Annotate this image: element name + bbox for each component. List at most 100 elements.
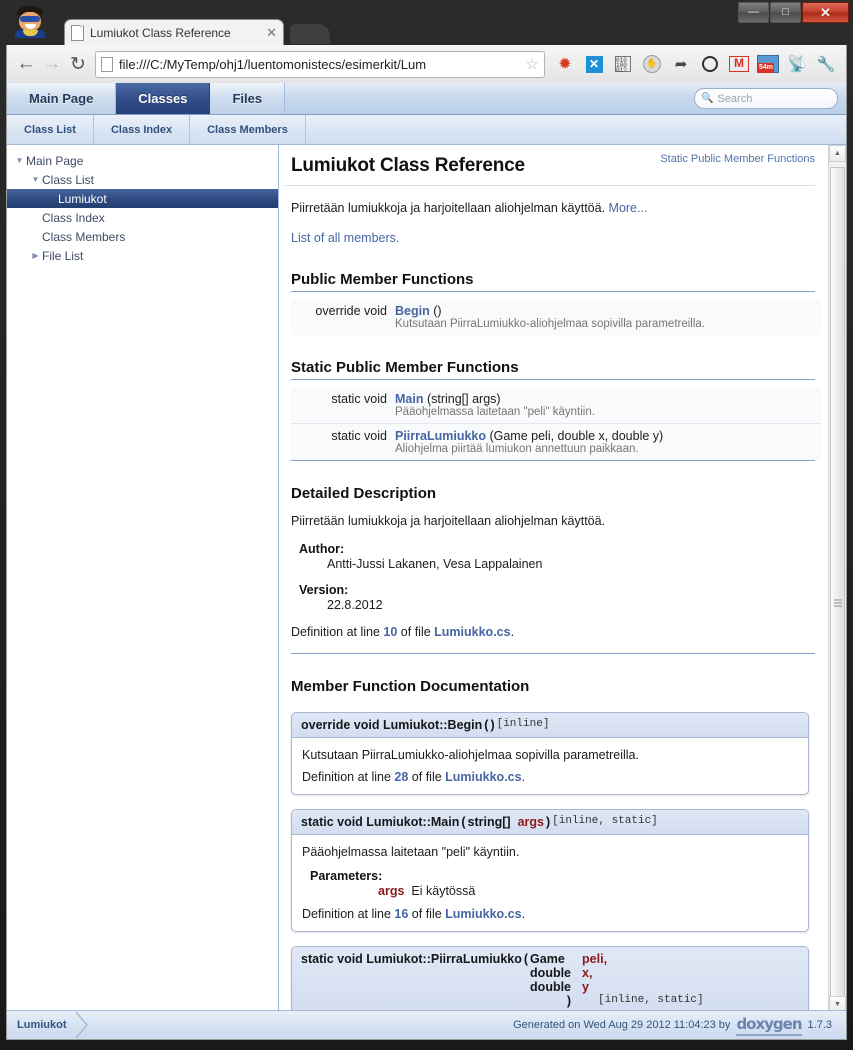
prototype-name: static void Lumiukot::PiirraLumiukko [301, 951, 522, 966]
member-documentation: Kutsutaan PiirraLumiukko-aliohjelmaa sop… [292, 738, 808, 794]
prototype-param-type: double [530, 979, 572, 994]
prototype-row: ) [inline, static] [300, 994, 707, 1008]
definition-file-link[interactable]: Lumiukko.cs [434, 625, 510, 639]
all-members-row: List of all members. [291, 230, 815, 247]
definition-suffix: . [521, 906, 526, 921]
more-link[interactable]: More... [609, 201, 648, 215]
minimize-button[interactable]: — [738, 2, 769, 23]
rss-extension-icon[interactable]: 📡 [783, 50, 811, 78]
member-description: Pääohjelmassa laitetaan "peli" käyntiin. [395, 405, 595, 418]
new-tab-button[interactable] [290, 24, 330, 44]
doxygen-version: 1.7.3 [807, 1019, 832, 1031]
breadcrumb-item-lumiukot[interactable]: Lumiukot [17, 1019, 67, 1031]
back-icon[interactable]: ← [13, 51, 39, 77]
sidebar-item-class-index[interactable]: ▸ Class Index [7, 208, 278, 227]
chevron-down-icon[interactable]: ▼ [29, 175, 42, 184]
doxygen-logo[interactable]: doxygen [736, 1015, 803, 1036]
maximize-button[interactable]: □ [770, 2, 801, 23]
search-input[interactable]: 🔍 Search [694, 88, 838, 109]
content-scrollbar[interactable]: ▲ ▼ [828, 145, 846, 1013]
search-icon: 🔍 [701, 93, 714, 104]
x-extension-icon[interactable]: ✕ [580, 50, 608, 78]
tab-main-page[interactable]: Main Page [7, 83, 117, 114]
address-bar[interactable]: file:///C:/MyTemp/ohj1/luentomonistecs/e… [95, 50, 545, 78]
close-window-button[interactable]: ✕ [802, 2, 849, 23]
member-name-link[interactable]: Main [395, 392, 423, 406]
member-name-link[interactable]: Begin [395, 304, 430, 318]
sidebar-item-lumiukot[interactable]: ▸ Lumiukot [7, 189, 278, 208]
sidebar-item-label: Lumiukot [58, 191, 107, 206]
member-prototype: static void Lumiukot::PiirraLumiukko ( G… [292, 946, 808, 1013]
tab-files[interactable]: Files [210, 83, 286, 114]
list-of-all-members-link[interactable]: List of all members. [291, 231, 399, 245]
scroll-up-arrow-icon[interactable]: ▲ [829, 145, 846, 162]
tree-spacer-icon: ▸ [29, 213, 42, 222]
calendar-extension-icon[interactable]: 54m [754, 50, 782, 78]
close-tab-icon[interactable]: ✕ [266, 25, 277, 41]
reload-icon[interactable]: ↻ [65, 51, 91, 77]
breadcrumb-chevron-icon [75, 1011, 89, 1039]
bug-extension-icon[interactable]: ✹ [551, 50, 579, 78]
tab-class-members[interactable]: Class Members [190, 115, 306, 144]
key-extension-icon[interactable]: ➦ [667, 50, 695, 78]
prototype-table: static void Lumiukot::PiirraLumiukko ( G… [300, 952, 707, 1008]
gmail-extension-icon[interactable]: M [725, 50, 753, 78]
author-value: Antti-Jussi Lakanen, Vesa Lappalainen [327, 556, 543, 571]
page-icon [71, 25, 84, 41]
member-return-type: override void [315, 303, 387, 318]
member-prototype: static void Lumiukot::Main ( string[] ar… [292, 809, 808, 835]
definition-line-link[interactable]: 28 [394, 770, 408, 784]
summary-link-static-public-member-functions[interactable]: Static Public Member Functions [660, 153, 815, 165]
browser-window: Lumiukot Class Reference ✕ — □ ✕ ← → ↻ f… [0, 0, 853, 1050]
definition-file-link[interactable]: Lumiukko.cs [445, 770, 521, 784]
member-definition-location: Definition at line 28 of file Lumiukko.c… [302, 770, 798, 784]
author-section: Author: Antti-Jussi Lakanen, Vesa Lappal… [299, 542, 815, 571]
sidebar-item-main-page[interactable]: ▼ Main Page [7, 151, 278, 170]
member-body-text: Pääohjelmassa laitetaan "peli" käyntiin. [302, 844, 520, 859]
prototype-labels: [inline, static] [552, 814, 658, 827]
param-sep: , [603, 951, 608, 966]
chevron-right-icon[interactable]: ▶ [29, 251, 42, 260]
prototype-labels: [inline] [496, 717, 550, 730]
wrench-menu-icon[interactable]: 🔧 [812, 50, 840, 78]
browser-tab-title: Lumiukot Class Reference [90, 26, 231, 40]
tab-class-index[interactable]: Class Index [94, 115, 191, 144]
chevron-down-icon[interactable]: ▼ [13, 156, 26, 165]
prototype-labels: [inline, static] [598, 993, 704, 1006]
version-label: Version: [299, 582, 349, 597]
forward-icon[interactable]: → [39, 51, 65, 77]
sidebar-item-class-members[interactable]: ▸ Class Members [7, 227, 278, 246]
member-args: (Game peli, double x, double y) [486, 428, 664, 443]
footer-generated-info: Generated on Wed Aug 29 2012 11:04:23 by… [513, 1015, 846, 1036]
sidebar-item-class-list[interactable]: ▼ Class List [7, 170, 278, 189]
scrollbar-thumb[interactable] [830, 167, 845, 1013]
definition-line-link[interactable]: 10 [383, 625, 397, 639]
bookmark-star-icon[interactable]: ☆ [526, 55, 539, 73]
tab-class-list[interactable]: Class List [7, 115, 94, 144]
globe-extension-icon[interactable] [696, 50, 724, 78]
binary-code-extension-icon[interactable]: 010 100 01? [609, 50, 637, 78]
address-bar-url: file:///C:/MyTemp/ohj1/luentomonistecs/e… [119, 56, 427, 72]
member-return-type: static void [331, 391, 387, 406]
prototype-param-name: y [572, 980, 705, 994]
stop-hand-extension-icon[interactable]: ✋ [638, 50, 666, 78]
browser-tab[interactable]: Lumiukot Class Reference ✕ [64, 19, 284, 46]
tab-classes[interactable]: Classes [116, 83, 211, 114]
sidebar-item-label: Class Index [42, 210, 105, 225]
heading-member-function-documentation: Member Function Documentation [291, 677, 530, 695]
generated-timestamp: Generated on Wed Aug 29 2012 11:04:23 by [513, 1019, 731, 1031]
search-placeholder: Search [717, 92, 753, 105]
table-row: static void PiirraLumiukko (Game peli, d… [291, 425, 821, 443]
sidebar-item-file-list[interactable]: ▶ File List [7, 246, 278, 265]
member-documentation: Pääohjelmassa laitetaan "peli" käyntiin.… [292, 835, 808, 931]
prototype-row: double y [300, 980, 707, 994]
definition-suffix: . [510, 624, 515, 639]
definition-line-link[interactable]: 16 [394, 907, 408, 921]
member-name-link[interactable]: PiirraLumiukko [395, 429, 486, 443]
user-avatar-icon [12, 6, 48, 38]
parameter-name: args [378, 883, 405, 898]
definition-file-link[interactable]: Lumiukko.cs [445, 907, 521, 921]
member-args: () [429, 303, 442, 318]
prototype-name: override void Lumiukot::Begin [301, 717, 483, 732]
prototype-table: static void Lumiukot::Main ( string[] ar… [300, 815, 659, 829]
